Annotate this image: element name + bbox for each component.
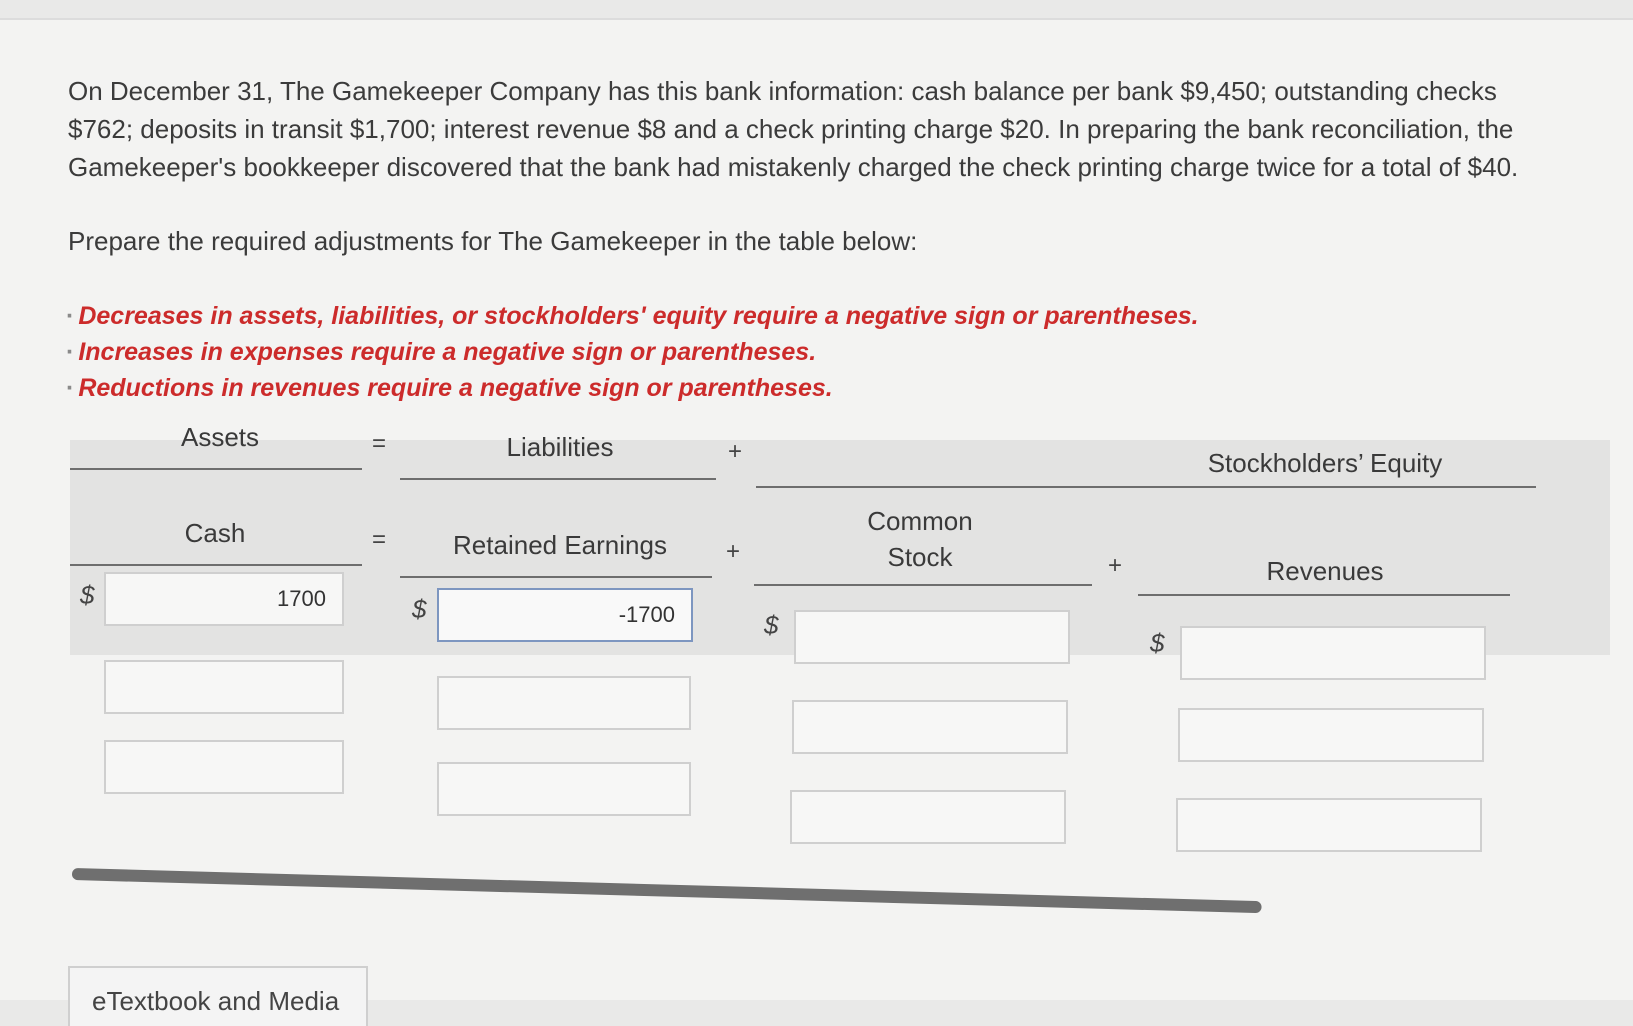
header-plus: + <box>728 438 743 465</box>
currency-symbol: $ <box>412 594 427 624</box>
subheader-common-stock-line1: Common <box>867 506 973 536</box>
cash-input[interactable] <box>104 660 344 714</box>
rule-item: · Decreases in assets, liabilities, or st… <box>66 298 1199 334</box>
header-underline <box>400 478 716 480</box>
retained-earnings-input[interactable] <box>437 676 691 730</box>
header-underline <box>756 486 1536 488</box>
retained-earnings-input[interactable]: -1700 <box>437 588 693 642</box>
revenues-input[interactable] <box>1178 708 1484 762</box>
common-stock-input[interactable] <box>792 700 1068 754</box>
cash-input[interactable] <box>104 740 344 794</box>
subheader-underline <box>400 576 712 578</box>
subheader-retained-earnings: Retained Earnings <box>453 530 667 560</box>
subheader-equals: = <box>372 526 387 553</box>
prompt-text: Prepare the required adjustments for The… <box>68 226 918 256</box>
rule-item: · Increases in expenses require a negativ… <box>66 334 1199 370</box>
revenues-input[interactable] <box>1176 798 1482 852</box>
header-equals: = <box>372 430 387 457</box>
rule-text: Decreases in assets, liabilities, or sto… <box>78 302 1199 330</box>
problem-text: On December 31, The Gamekeeper Company h… <box>68 76 1519 182</box>
cash-input[interactable]: 1700 <box>104 572 344 626</box>
revenues-input[interactable] <box>1180 626 1486 680</box>
header-liabilities: Liabilities <box>506 432 614 462</box>
common-stock-input[interactable] <box>794 610 1070 664</box>
rule-text: Reductions in revenues require a negativ… <box>78 374 833 402</box>
bullet-icon: · <box>66 338 75 366</box>
subheader-revenues: Revenues <box>1266 556 1384 586</box>
subheader-underline <box>754 584 1092 586</box>
etextbook-label: eTextbook and Media <box>92 986 340 1016</box>
retained-earnings-input[interactable] <box>437 762 691 816</box>
header-assets: Assets <box>180 422 260 452</box>
problem-statement: On December 31, The Gamekeeper Company h… <box>68 72 1568 186</box>
question-page: On December 31, The Gamekeeper Company h… <box>0 18 1633 1026</box>
subheader-underline <box>70 564 362 566</box>
currency-symbol: $ <box>1150 628 1165 658</box>
bullet-icon: · <box>66 374 75 402</box>
header-stockholders-equity: Stockholders’ Equity <box>1207 448 1443 478</box>
common-stock-input[interactable] <box>790 790 1066 844</box>
currency-symbol: $ <box>80 580 95 610</box>
subheader-common-stock-line2: Stock <box>887 542 953 572</box>
rules-list: · Decreases in assets, liabilities, or st… <box>66 298 1199 406</box>
currency-symbol: $ <box>764 610 779 640</box>
subheader-plus: + <box>1108 552 1123 579</box>
header-underline <box>70 468 362 470</box>
rule-text: Increases in expenses require a negative… <box>78 338 817 366</box>
subheader-plus: + <box>726 538 741 565</box>
etextbook-and-media-button[interactable]: eTextbook and Media <box>68 966 368 1026</box>
subheader-underline <box>1138 594 1510 596</box>
totals-divider <box>71 868 1262 914</box>
rule-item: · Reductions in revenues require a negati… <box>66 370 1199 406</box>
bullet-icon: · <box>66 302 75 330</box>
subheader-cash: Cash <box>184 518 246 548</box>
